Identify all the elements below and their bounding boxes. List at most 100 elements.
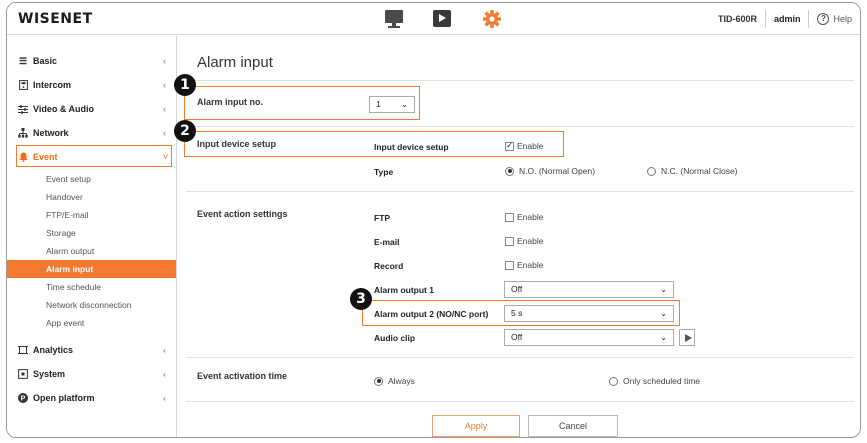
audio-clip-value: Off [511, 332, 523, 342]
activation-section-title: Event activation time [197, 371, 288, 381]
email-label: E-mail [374, 237, 400, 247]
divider [186, 401, 854, 402]
analytics-icon [18, 345, 28, 355]
ftp-label: FTP [374, 213, 391, 223]
sidebar-item-video-audio[interactable]: Video & Audio ‹ [7, 99, 176, 119]
event-highlight-box [16, 145, 172, 167]
alarm-output-1-label: Alarm output 1 [374, 285, 434, 295]
sidebar-item-label: Intercom [33, 80, 72, 90]
radio-selected-icon [374, 376, 383, 386]
email-enable-checkbox[interactable]: Enable [505, 236, 543, 246]
sidebar-item-basic[interactable]: ☰ Basic ‹ [7, 51, 176, 71]
sidebar-item-label: Analytics [33, 345, 74, 355]
radio-label: N.C. (Normal Close) [661, 166, 738, 176]
sidebar-sub-alarm-output[interactable]: Alarm output [7, 242, 176, 260]
platform-icon: P [18, 393, 28, 403]
checkbox-label: Enable [517, 212, 544, 222]
divider [186, 191, 854, 192]
checkbox-label: Enable [517, 236, 544, 246]
radio-label: Always [388, 376, 415, 386]
play-icon[interactable] [432, 9, 452, 29]
top-bar: WISENET TID-600R admin ? Help [7, 3, 860, 35]
user-name[interactable]: admin [764, 9, 809, 28]
sidebar-item-system[interactable]: System ‹ [7, 364, 176, 384]
chevron-down-icon: ⌄ [660, 285, 667, 294]
sidebar-sub-app-event[interactable]: App event [7, 314, 176, 332]
sidebar-sub-time-schedule[interactable]: Time schedule [7, 278, 176, 296]
top-right-area: TID-600R admin ? Help [718, 3, 860, 34]
radio-label: N.O. (Normal Open) [519, 166, 596, 176]
help-icon: ? [817, 12, 830, 25]
network-icon [18, 128, 28, 138]
sidebar-item-open-platform[interactable]: P Open platform ‹ [7, 388, 176, 408]
main-content: Alarm input Alarm input no. 1 ⌄ 1 Input … [174, 36, 860, 437]
sidebar-sub-ftp-email[interactable]: FTP/E-mail [7, 206, 176, 224]
radio-unselected-icon [609, 376, 618, 386]
type-nc-radio[interactable]: N.C. (Normal Close) [647, 166, 738, 176]
sidebar-sub-storage[interactable]: Storage [7, 224, 176, 242]
chevron-left-icon: ‹ [163, 393, 166, 403]
checkbox-label: Enable [517, 260, 544, 270]
chevron-left-icon: ‹ [163, 345, 166, 355]
radio-selected-icon [505, 166, 514, 176]
intercom-icon [18, 80, 28, 90]
help-button[interactable]: ? Help [808, 9, 860, 28]
record-label: Record [374, 261, 404, 271]
alarm-output-1-select[interactable]: Off ⌄ [504, 281, 674, 298]
callout-badge-3: 3 [350, 288, 372, 310]
menu-icon: ☰ [18, 55, 28, 66]
chevron-left-icon: ‹ [163, 128, 166, 138]
cancel-button[interactable]: Cancel [528, 415, 618, 437]
highlight-box-1 [184, 86, 420, 120]
radio-unselected-icon [647, 166, 656, 176]
divider [186, 357, 854, 358]
audio-clip-select[interactable]: Off ⌄ [504, 329, 674, 346]
scheduled-radio[interactable]: Only scheduled time [609, 376, 700, 386]
svg-text:P: P [21, 396, 26, 403]
chevron-left-icon: ‹ [163, 80, 166, 90]
divider [186, 80, 854, 81]
sidebar-item-intercom[interactable]: Intercom ‹ [7, 75, 176, 95]
sidebar-item-network[interactable]: Network ‹ [7, 123, 176, 143]
radio-label: Only scheduled time [623, 376, 701, 386]
record-enable-checkbox[interactable]: Enable [505, 260, 543, 270]
help-label: Help [833, 13, 852, 24]
wisenet-logo: WISENET [18, 11, 93, 27]
sliders-icon [18, 104, 28, 114]
sidebar-sub-alarm-input[interactable]: Alarm input [7, 260, 176, 278]
audio-play-button[interactable] [679, 329, 695, 346]
sidebar-item-label: Open platform [33, 393, 95, 403]
sidebar-item-label: Network [33, 128, 69, 138]
sidebar-sub-event-setup[interactable]: Event setup [7, 170, 176, 188]
chevron-left-icon: ‹ [163, 369, 166, 379]
callout-badge-1: 1 [174, 74, 196, 96]
sidebar-item-analytics[interactable]: Analytics ‹ [7, 340, 176, 360]
page-title: Alarm input [197, 54, 273, 71]
sidebar-item-label: Basic [33, 56, 58, 66]
checkbox-unchecked-icon [505, 236, 514, 246]
chevron-left-icon: ‹ [163, 56, 166, 66]
sidebar-sub-network-disconnection[interactable]: Network disconnection [7, 296, 176, 314]
model-name: TID-600R [717, 13, 757, 24]
sidebar: ☰ Basic ‹ Intercom ‹ Video & Audio ‹ Net… [7, 36, 177, 437]
divider [186, 126, 854, 127]
sidebar-item-label: Video & Audio [33, 104, 95, 114]
sidebar-sub-handover[interactable]: Handover [7, 188, 176, 206]
alarm-output-1-value: Off [511, 284, 523, 294]
type-no-radio[interactable]: N.O. (Normal Open) [505, 166, 595, 176]
gear-icon[interactable] [482, 9, 502, 29]
system-icon [18, 369, 28, 379]
event-action-section-title: Event action settings [197, 209, 288, 219]
highlight-box-3 [362, 300, 680, 326]
checkbox-unchecked-icon [505, 260, 514, 270]
monitor-icon[interactable] [384, 9, 404, 29]
apply-button[interactable]: Apply [432, 415, 520, 437]
ftp-enable-checkbox[interactable]: Enable [505, 212, 543, 222]
sidebar-item-label: System [33, 369, 66, 379]
checkbox-unchecked-icon [505, 212, 514, 222]
app-frame: WISENET TID-600R admin ? Help ☰ Basic ‹ … [6, 2, 861, 438]
audio-clip-label: Audio clip [374, 333, 416, 343]
highlight-box-2 [184, 131, 564, 157]
always-radio[interactable]: Always [374, 376, 415, 386]
callout-badge-2: 2 [174, 120, 196, 142]
